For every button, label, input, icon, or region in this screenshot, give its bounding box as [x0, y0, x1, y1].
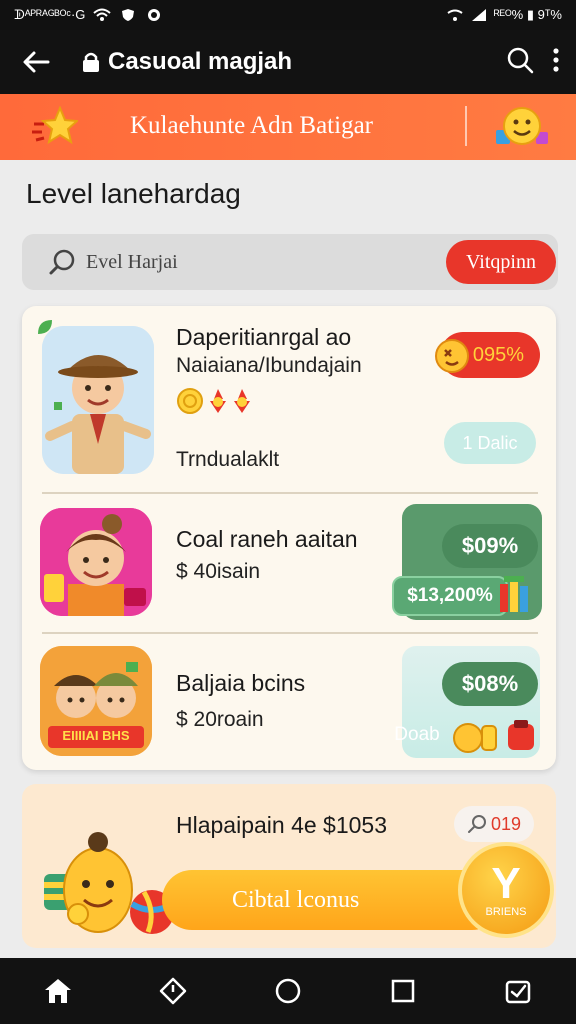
arrow-left-icon	[23, 51, 50, 73]
bottom-nav-bar	[0, 958, 576, 1024]
smiley-icon	[492, 104, 552, 152]
checkbox-icon	[506, 980, 531, 1004]
search-icon	[48, 248, 76, 276]
thumbnail-label: EIIIIAI BHS	[62, 728, 130, 743]
claim-bonus-button[interactable]: Cibtal lconus	[162, 870, 502, 930]
search-bar: Evel Harjai Vitqpinn	[22, 234, 558, 290]
bonus-chip[interactable]: 019	[454, 806, 534, 842]
game-subtitle: Naiaiana/Ibundajain	[176, 354, 362, 377]
bonus-card: Hlapaipain 4e $1053 019 Cibtal lconus Y …	[22, 784, 556, 948]
price-badge: $08%	[442, 662, 538, 706]
search-submit-button[interactable]: Vitqpinn	[446, 240, 556, 284]
more-vert-icon	[553, 47, 559, 72]
section-title: Level lanehardag	[26, 178, 241, 209]
recents-button[interactable]	[385, 973, 421, 1009]
status-right-text: ᴿᴱᴼ% ▮ 9ᵀ%	[493, 7, 562, 22]
app-bar: Casuoal magjah	[0, 30, 576, 94]
divider	[42, 492, 538, 494]
wifi-icon	[93, 8, 112, 22]
claim-bonus-label: Cibtal lconus	[232, 886, 360, 913]
coin-icon	[452, 716, 540, 761]
explore-button[interactable]	[155, 973, 191, 1009]
game-price: $ 20roain	[176, 708, 264, 731]
price-badge-value: $08%	[461, 671, 519, 696]
divider	[42, 632, 538, 634]
search-input[interactable]: Evel Harjai	[86, 251, 178, 274]
coin-label: BRIENS	[485, 906, 527, 918]
smiley-icon	[434, 338, 470, 379]
home-icon	[44, 979, 71, 1003]
game-caption: Trndualaklt	[176, 448, 280, 471]
game-name: Daperitianrgal ao	[176, 324, 352, 350]
more-options-button[interactable]	[552, 47, 560, 78]
game-list: Daperitianrgal ao Naiaiana/Ibundajain Tr…	[22, 306, 556, 770]
wifi-signal-icon	[446, 8, 464, 22]
shield-icon	[119, 8, 137, 22]
price-badge: $09%	[442, 524, 538, 568]
notification-icon	[145, 8, 163, 22]
app-title: Casuoal magjah	[108, 48, 293, 75]
gift-icon	[498, 574, 534, 619]
star-icon	[30, 105, 80, 146]
game-tag-text: 1 Dalic	[462, 432, 518, 453]
status-left-text: ᗫᴬᴾᴿᴬᴳᴮᴼᶜ·G	[14, 7, 86, 22]
price-badge-value: $09%	[461, 533, 519, 558]
list-item[interactable]: Coal raneh aaitan $ 40isain $09% $13,200…	[22, 496, 556, 632]
discount-badge-value: 095%	[472, 343, 524, 366]
rating-icons	[176, 386, 260, 421]
promo-divider	[465, 106, 467, 146]
game-tag: Doab	[380, 718, 454, 752]
game-thumbnail	[42, 326, 154, 474]
search-icon	[467, 815, 486, 833]
system-home-button[interactable]	[270, 973, 306, 1009]
coin-y-icon: Y	[491, 859, 521, 908]
cell-signal-icon	[470, 8, 488, 22]
mascot-illustration	[40, 820, 180, 942]
back-button[interactable]	[16, 42, 56, 82]
coin-button[interactable]: Y BRIENS	[458, 842, 554, 938]
bonus-title: Hlapaipain 4e $1053	[176, 812, 388, 838]
game-name: Baljaia bcins	[176, 670, 306, 696]
square-icon	[391, 979, 415, 1003]
game-thumbnail: EIIIIAI BHS	[40, 646, 152, 756]
search-button[interactable]	[506, 46, 534, 79]
game-price: $ 40isain	[176, 560, 261, 583]
promo-text: Kulaehunte Adn Batigar	[130, 112, 373, 139]
value-badge: $13,200%	[392, 576, 508, 616]
list-item[interactable]: Daperitianrgal ao Naiaiana/Ibundajain Tr…	[22, 306, 556, 492]
game-tag-text: Doab	[394, 724, 440, 745]
tasks-button[interactable]	[500, 973, 536, 1009]
circle-icon	[275, 978, 301, 1004]
game-thumbnail	[40, 508, 152, 616]
status-bar: ᗫᴬᴾᴿᴬᴳᴮᴼᶜ·G ᴿᴱᴼ% ▮ 9ᵀ%	[0, 0, 576, 30]
game-tag: 1 Dalic	[444, 422, 536, 464]
promo-banner[interactable]: Kulaehunte Adn Batigar	[0, 94, 576, 160]
compass-icon	[159, 977, 187, 1005]
value-badge-value: $13,200%	[407, 585, 493, 606]
bonus-chip-value: 019	[490, 813, 522, 834]
home-button[interactable]	[40, 973, 76, 1009]
lock-icon	[80, 51, 102, 73]
game-name: Coal raneh aaitan	[176, 526, 358, 552]
list-item[interactable]: EIIIIAI BHS Baljaia bcins $ 20roain $08%…	[22, 636, 556, 770]
search-icon	[507, 47, 534, 73]
